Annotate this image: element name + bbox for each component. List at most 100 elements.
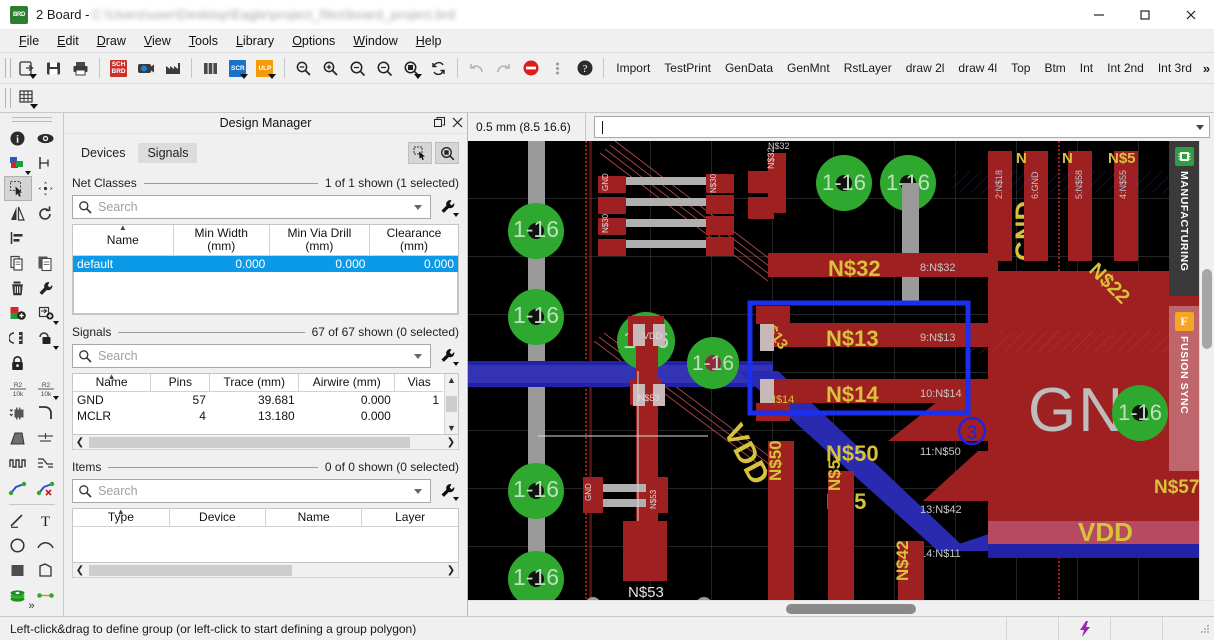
select-mode-button[interactable]: [408, 142, 432, 164]
run-ulp-icon[interactable]: ULP: [252, 56, 277, 80]
menu-draw[interactable]: Draw: [88, 32, 135, 50]
chevron-down-icon[interactable]: [414, 204, 422, 210]
menu-library[interactable]: Library: [227, 32, 283, 50]
tab-signals[interactable]: Signals: [138, 143, 198, 163]
script-button-genmnt[interactable]: GenMnt: [780, 58, 837, 78]
script-button-draw-2l[interactable]: draw 2l: [899, 58, 952, 78]
signals-horizontal-scrollbar[interactable]: ❮ ❯: [72, 435, 459, 450]
command-input[interactable]: [594, 116, 1210, 138]
pcb-canvas[interactable]: GN VDD GND N$22 N$57: [468, 141, 1199, 600]
menu-help[interactable]: Help: [407, 32, 451, 50]
delete-icon[interactable]: [4, 276, 32, 301]
signals-settings-button[interactable]: [437, 345, 459, 367]
split-icon[interactable]: [4, 426, 32, 451]
scroll-track[interactable]: [87, 564, 444, 576]
drc-icon[interactable]: [545, 56, 570, 80]
menu-tools[interactable]: Tools: [180, 32, 227, 50]
copy-icon[interactable]: [4, 251, 32, 276]
col-device[interactable]: Device: [169, 509, 267, 527]
float-icon[interactable]: [434, 116, 445, 131]
switch-to-schematic-icon[interactable]: SCH BRD: [106, 56, 131, 80]
script-button-int-3rd[interactable]: Int 3rd: [1151, 58, 1199, 78]
scroll-thumb[interactable]: [446, 396, 457, 412]
grid-icon[interactable]: [14, 86, 40, 110]
col-clearance[interactable]: Clearance (mm): [369, 225, 458, 256]
polygon-icon[interactable]: [32, 558, 60, 583]
scroll-left-icon[interactable]: ❮: [73, 437, 87, 448]
print-icon[interactable]: [68, 56, 93, 80]
stop-icon[interactable]: [518, 56, 543, 80]
minimize-button[interactable]: [1076, 0, 1122, 30]
side-tab-fusion-sync[interactable]: F FUSION SYNC: [1169, 306, 1199, 471]
col-name[interactable]: Name: [265, 509, 363, 527]
value-icon[interactable]: R2 10k: [32, 376, 60, 401]
text-icon[interactable]: T: [32, 508, 60, 533]
run-script-icon[interactable]: SCR: [225, 56, 250, 80]
zoom-fit-icon[interactable]: [290, 56, 315, 80]
display-layers-icon[interactable]: [4, 151, 32, 176]
col-name[interactable]: ▲ Name: [73, 224, 174, 256]
canvas-vertical-scrollbar[interactable]: [1199, 141, 1214, 600]
items-search-input[interactable]: Search: [72, 479, 431, 503]
toolbar-overflow-chevron[interactable]: »: [1199, 61, 1214, 76]
manufacturing-icon[interactable]: [160, 56, 185, 80]
zoom-in-icon[interactable]: [318, 56, 343, 80]
mark-icon[interactable]: [32, 151, 60, 176]
arc-icon[interactable]: [32, 533, 60, 558]
signals-vertical-scrollbar[interactable]: ▲ ▼: [444, 374, 458, 434]
scroll-down-icon[interactable]: ▼: [447, 422, 456, 434]
align-icon[interactable]: [4, 226, 32, 251]
route-icon[interactable]: [32, 451, 60, 476]
ripup-icon[interactable]: [32, 476, 60, 501]
open-project-icon[interactable]: [14, 56, 39, 80]
col-type[interactable]: ▲ Type: [73, 508, 170, 527]
side-tab-manufacturing[interactable]: MANUFACTURING: [1169, 141, 1199, 296]
col-name[interactable]: ▲ Name: [73, 374, 152, 392]
chevron-down-icon[interactable]: [1196, 124, 1204, 130]
menu-edit[interactable]: Edit: [48, 32, 88, 50]
script-button-testprint[interactable]: TestPrint: [657, 58, 718, 78]
net-classes-search-input[interactable]: Search: [72, 195, 431, 219]
rectangle-icon[interactable]: [4, 558, 32, 583]
replace-icon[interactable]: [32, 301, 60, 326]
items-horizontal-scrollbar[interactable]: ❮ ❯: [72, 563, 459, 578]
change-wrench-icon[interactable]: [32, 276, 60, 301]
smash-icon[interactable]: [4, 401, 32, 426]
optimize-icon[interactable]: [32, 426, 60, 451]
col-airwire[interactable]: Airwire (mm): [298, 374, 396, 392]
col-min-width[interactable]: Min Width (mm): [173, 225, 270, 256]
table-row[interactable]: default 0.000 0.000 0.000: [73, 255, 458, 272]
script-button-rstlayer[interactable]: RstLayer: [837, 58, 899, 78]
close-panel-icon[interactable]: [452, 117, 463, 131]
menu-window[interactable]: Window: [344, 32, 406, 50]
net-classes-settings-button[interactable]: [437, 196, 459, 218]
script-button-btm[interactable]: Btm: [1037, 58, 1072, 78]
library-manager-icon[interactable]: [198, 56, 223, 80]
scroll-up-icon[interactable]: ▲: [447, 374, 456, 386]
resize-grip-icon[interactable]: [1162, 616, 1214, 640]
route-airwire-icon[interactable]: [4, 476, 32, 501]
pinswap-icon[interactable]: [4, 326, 32, 351]
col-trace[interactable]: Trace (mm): [209, 374, 300, 392]
table-row[interactable]: GND 57 39.681 0.000 1: [73, 392, 443, 409]
secondary-toolbar-grip[interactable]: [5, 88, 11, 108]
info-icon[interactable]: i: [4, 126, 32, 151]
rotate-icon[interactable]: [32, 201, 60, 226]
zoom-select-icon[interactable]: [399, 56, 424, 80]
table-row[interactable]: MCLR 4 13.180 0.000: [73, 408, 443, 424]
lightning-icon[interactable]: [1058, 616, 1110, 640]
lock-package-icon[interactable]: [32, 326, 60, 351]
zoom-to-selection-button[interactable]: [435, 142, 459, 164]
script-button-int-2nd[interactable]: Int 2nd: [1100, 58, 1151, 78]
tab-devices[interactable]: Devices: [72, 143, 134, 163]
camera-3d-view-icon[interactable]: [133, 56, 158, 80]
script-button-import[interactable]: Import: [609, 58, 657, 78]
script-button-gendata[interactable]: GenData: [718, 58, 780, 78]
items-settings-button[interactable]: [437, 480, 459, 502]
menu-file[interactable]: File: [10, 32, 48, 50]
menu-view[interactable]: View: [135, 32, 180, 50]
col-layer[interactable]: Layer: [361, 509, 458, 527]
redo-icon[interactable]: [491, 56, 516, 80]
circle-icon[interactable]: [4, 533, 32, 558]
col-vias[interactable]: Vias: [394, 374, 443, 392]
